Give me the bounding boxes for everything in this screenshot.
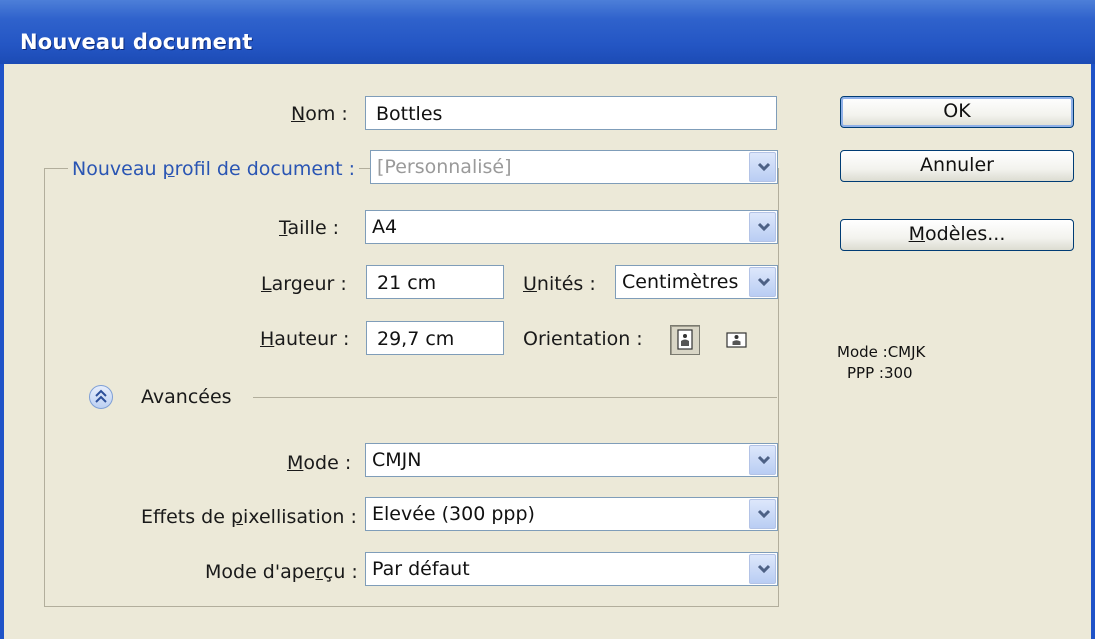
width-label: Largeur : bbox=[261, 273, 347, 295]
raster-effects-label: Effets de pixellisation : bbox=[141, 506, 357, 528]
name-label-mnemonic: N bbox=[291, 103, 306, 125]
preview-mode-select[interactable]: Par défaut bbox=[365, 552, 778, 586]
raster-effects-dropdown-button[interactable] bbox=[749, 499, 776, 529]
ok-button[interactable]: OK bbox=[840, 96, 1074, 128]
profile-label: Nouveau profil de document : bbox=[68, 158, 360, 180]
height-input[interactable]: 29,7 cm bbox=[366, 321, 504, 355]
units-select-value: Centimètres bbox=[622, 271, 739, 293]
size-label: Taille : bbox=[279, 217, 340, 239]
size-select-value: A4 bbox=[372, 216, 398, 238]
width-input[interactable]: 21 cm bbox=[366, 265, 504, 299]
height-label: Hauteur : bbox=[260, 328, 350, 350]
preview-mode-value: Par défaut bbox=[372, 558, 470, 580]
units-select[interactable]: Centimètres bbox=[615, 265, 778, 299]
preview-mode-dropdown-button[interactable] bbox=[749, 554, 776, 584]
advanced-separator bbox=[253, 397, 777, 398]
portrait-icon bbox=[677, 329, 693, 350]
name-input[interactable]: Bottles bbox=[365, 96, 777, 130]
units-dropdown-button[interactable] bbox=[749, 267, 776, 297]
name-label-rest: om : bbox=[305, 103, 348, 125]
color-mode-dropdown-button[interactable] bbox=[749, 445, 776, 475]
raster-effects-value: Elevée (300 ppp) bbox=[372, 503, 535, 525]
units-label: Unités : bbox=[523, 273, 596, 295]
chevron-down-icon bbox=[757, 564, 771, 574]
raster-effects-select[interactable]: Elevée (300 ppp) bbox=[365, 497, 778, 531]
landscape-orientation-button[interactable] bbox=[721, 325, 751, 355]
mode-label: Mode : bbox=[287, 452, 352, 474]
profile-select[interactable]: [Personnalisé] bbox=[370, 150, 778, 184]
collapse-advanced-button[interactable] bbox=[89, 385, 113, 409]
size-dropdown-button[interactable] bbox=[749, 212, 776, 242]
landscape-icon bbox=[726, 332, 747, 348]
templates-button[interactable]: Modèles... bbox=[840, 219, 1074, 251]
chevron-down-icon bbox=[757, 455, 771, 465]
portrait-orientation-button[interactable] bbox=[670, 325, 700, 355]
preview-mode-label: Mode d'aperçu : bbox=[205, 561, 358, 583]
color-mode-value: CMJN bbox=[372, 449, 422, 471]
cancel-button[interactable]: Annuler bbox=[840, 150, 1074, 182]
new-document-dialog: Nouveau document Nom : Bottles Nouveau p… bbox=[0, 0, 1095, 639]
orientation-label: Orientation : bbox=[523, 328, 643, 350]
name-label: Nom : bbox=[291, 102, 348, 126]
title-bar[interactable]: Nouveau document bbox=[0, 0, 1095, 64]
advanced-label: Avancées bbox=[141, 386, 232, 408]
window-title: Nouveau document bbox=[20, 30, 253, 54]
color-mode-info: Mode :CMJK bbox=[837, 343, 926, 361]
color-mode-select[interactable]: CMJN bbox=[365, 443, 778, 477]
ppp-info: PPP :300 bbox=[847, 364, 913, 382]
profile-dropdown-button[interactable] bbox=[749, 152, 776, 182]
profile-select-value: [Personnalisé] bbox=[377, 156, 512, 178]
chevron-down-icon bbox=[757, 222, 771, 232]
size-select[interactable]: A4 bbox=[365, 210, 778, 244]
double-chevron-up-icon bbox=[95, 389, 107, 403]
chevron-down-icon bbox=[757, 509, 771, 519]
chevron-down-icon bbox=[757, 277, 771, 287]
chevron-down-icon bbox=[757, 162, 771, 172]
